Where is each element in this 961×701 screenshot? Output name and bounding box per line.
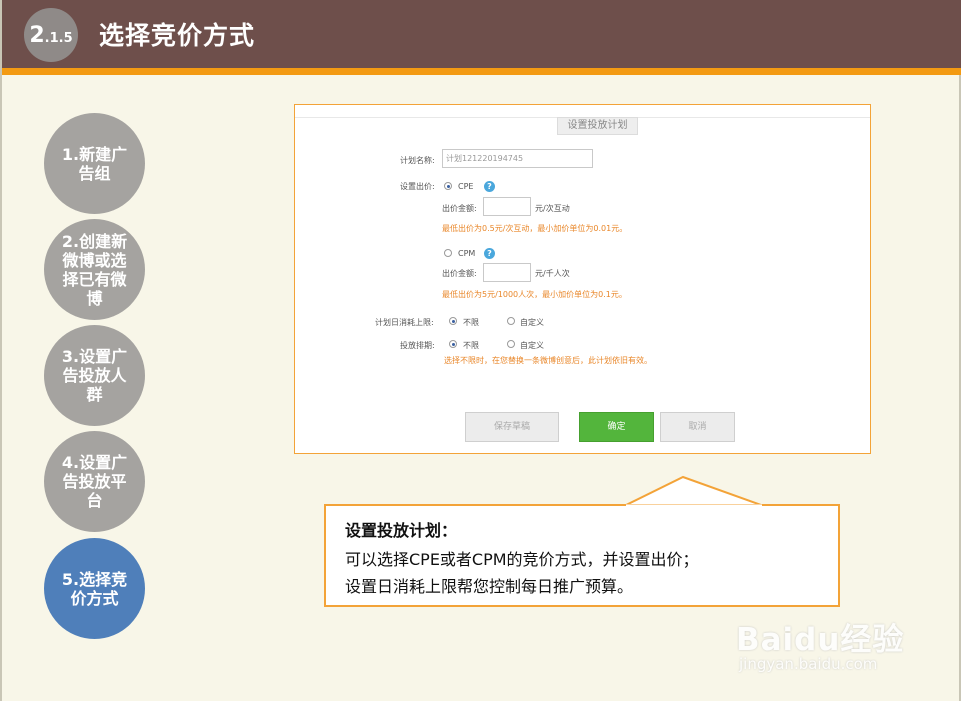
section-major: 2	[29, 22, 45, 48]
step-4-circle: 4.设置广告投放平台	[44, 431, 145, 532]
explanation-callout: 设置投放计划： 可以选择CPE或者CPM的竞价方式，并设置出价； 设置日消耗上限…	[324, 504, 840, 607]
callout-line-2: 设置日消耗上限帮您控制每日推广预算。	[345, 577, 634, 596]
step-3-label: 3.设置广告投放人群	[61, 347, 128, 404]
step-2-label: 2.创建新微博或选择已有微博	[61, 231, 128, 308]
schedule-custom-label: 自定义	[520, 341, 544, 350]
confirm-button[interactable]: 确定	[579, 412, 654, 442]
schedule-unlimited-radio[interactable]	[449, 340, 457, 348]
cpm-unit: 元/千人次	[535, 269, 570, 278]
cpe-option-label: CPE	[458, 182, 474, 191]
plan-name-input[interactable]: 计划121220194745	[442, 149, 593, 168]
step-4-label: 4.设置广告投放平台	[61, 453, 128, 510]
baidu-watermark-logo: Baidu经验	[736, 622, 905, 658]
cpe-hint: 最低出价为0.5元/次互动，最小加价单位为0.01元。	[442, 224, 628, 233]
header-accent-stripe	[2, 68, 961, 75]
step-5-circle: 5.选择竞价方式	[44, 538, 145, 639]
daily-limit-unlimited-radio[interactable]	[449, 317, 457, 325]
cpe-amount-label: 出价金额:	[442, 204, 477, 213]
schedule-hint: 选择不限时，在您替换一条微博创意后，此计划依旧有效。	[444, 356, 652, 365]
cpe-unit: 元/次互动	[535, 204, 570, 213]
cpm-hint: 最低出价为5元/1000人次，最小加价单位为0.1元。	[442, 290, 627, 299]
cpe-radio[interactable]	[444, 182, 452, 190]
schedule-label: 投放排期:	[400, 341, 435, 350]
section-number-badge: 2 .1.5	[24, 8, 78, 62]
schedule-unlimited-label: 不限	[463, 341, 479, 350]
slide: 2 .1.5 选择竞价方式 1.新建广告组 2.创建新微博或选择已有微博 3.设…	[0, 0, 961, 701]
tab-plan-settings[interactable]: 设置投放计划	[557, 117, 638, 135]
baidu-watermark-url: jingyan.baidu.com	[739, 655, 878, 673]
cpm-amount-input[interactable]	[483, 263, 531, 282]
page-title: 选择竞价方式	[99, 21, 256, 50]
daily-limit-custom-radio[interactable]	[507, 317, 515, 325]
schedule-custom-radio[interactable]	[507, 340, 515, 348]
daily-limit-label: 计划日消耗上限:	[375, 318, 434, 327]
daily-limit-unlimited-label: 不限	[463, 318, 479, 327]
cpm-option-label: CPM	[458, 249, 476, 258]
callout-line-1: 可以选择CPE或者CPM的竞价方式，并设置出价；	[345, 550, 699, 569]
callout-title: 设置投放计划：	[345, 521, 458, 540]
cpe-amount-input[interactable]	[483, 197, 531, 216]
save-draft-button[interactable]: 保存草稿	[465, 412, 559, 442]
bid-label: 设置出价:	[400, 182, 435, 191]
plan-settings-panel: 设置投放计划 计划名称: 计划121220194745 设置出价: CPE ? …	[294, 104, 871, 454]
cpe-help-icon[interactable]: ?	[484, 181, 495, 192]
cpm-amount-label: 出价金额:	[442, 269, 477, 278]
cpm-radio[interactable]	[444, 249, 452, 257]
step-3-circle: 3.设置广告投放人群	[44, 325, 145, 426]
daily-limit-custom-label: 自定义	[520, 318, 544, 327]
plan-name-label: 计划名称:	[400, 156, 435, 165]
step-5-label: 5.选择竞价方式	[61, 569, 128, 608]
cancel-button[interactable]: 取消	[660, 412, 735, 442]
section-minor: .1.5	[44, 30, 73, 46]
step-1-label: 1.新建广告组	[61, 144, 128, 183]
step-1-circle: 1.新建广告组	[44, 113, 145, 214]
cpm-help-icon[interactable]: ?	[484, 248, 495, 259]
step-2-circle: 2.创建新微博或选择已有微博	[44, 219, 145, 320]
